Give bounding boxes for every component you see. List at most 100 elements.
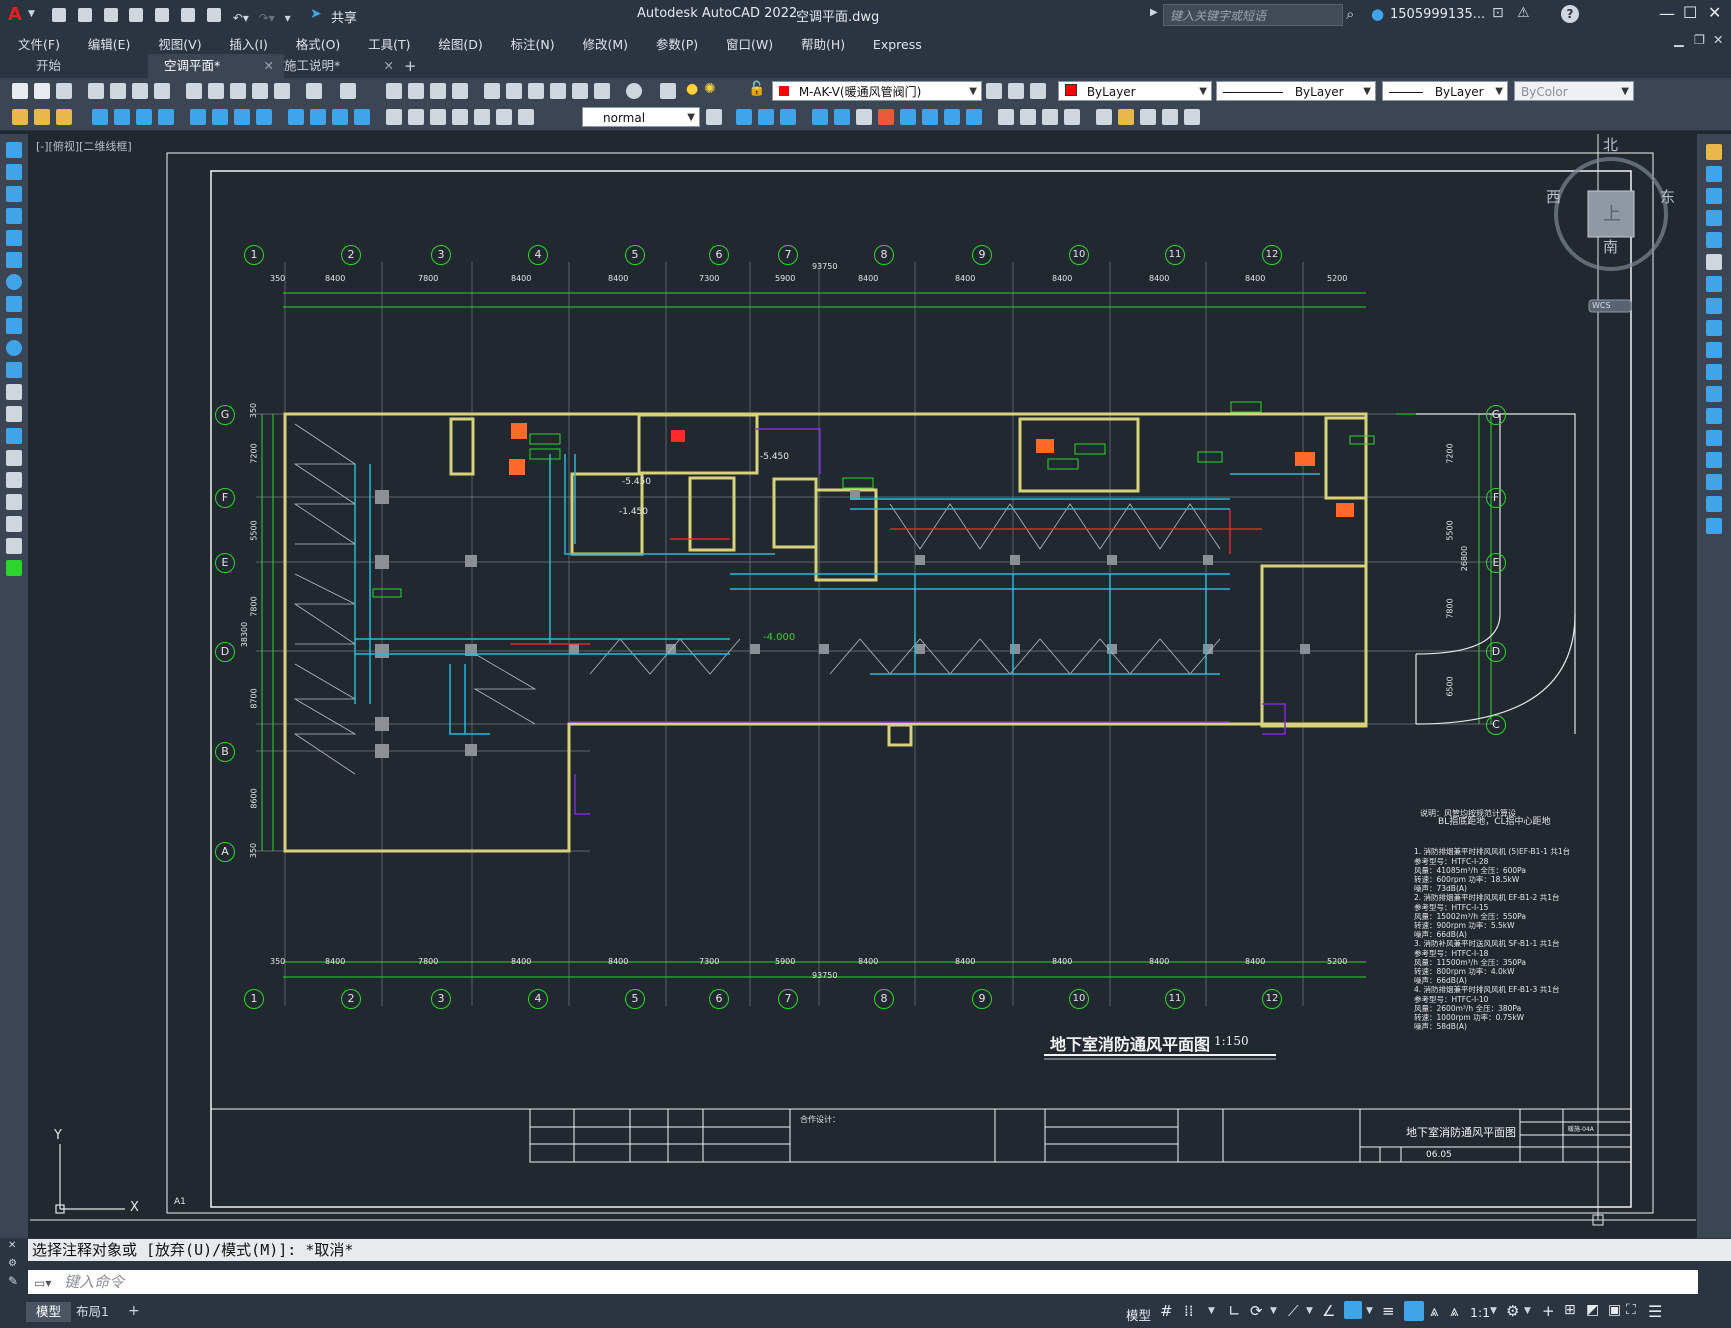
layer-on-icon[interactable]: ● bbox=[686, 81, 698, 97]
tab-drawing-active[interactable]: 空调平面* ✕ bbox=[148, 54, 284, 78]
command-settings-icon[interactable]: ⚙ bbox=[8, 1258, 17, 1269]
menu-insert[interactable]: 插入(I) bbox=[229, 37, 267, 52]
doc-minimize-icon[interactable]: ▁ bbox=[1674, 32, 1684, 47]
cut-icon[interactable] bbox=[186, 83, 202, 99]
ellipse-arc-icon[interactable] bbox=[6, 362, 22, 378]
viewcube-west[interactable]: 西 bbox=[1546, 186, 1561, 207]
arc-icon[interactable] bbox=[6, 252, 22, 268]
plot-icon[interactable] bbox=[88, 83, 104, 99]
annotation-visibility-icon[interactable]: ⩓ bbox=[1430, 1302, 1438, 1320]
pan-icon[interactable] bbox=[386, 83, 402, 99]
user-name[interactable]: 1505999135... bbox=[1390, 7, 1485, 22]
menu-modify[interactable]: 修改(M) bbox=[582, 37, 628, 52]
extend-icon[interactable] bbox=[966, 109, 982, 125]
save-web-icon[interactable] bbox=[181, 8, 196, 22]
dim-ordinate-icon[interactable] bbox=[158, 109, 174, 125]
quick-dim-icon[interactable] bbox=[288, 109, 304, 125]
copy-object-icon[interactable] bbox=[736, 109, 752, 125]
send-back-icon[interactable] bbox=[56, 109, 72, 125]
join-icon[interactable] bbox=[1706, 430, 1722, 446]
properties-icon[interactable] bbox=[484, 83, 500, 99]
blend-curves-icon[interactable] bbox=[1706, 496, 1722, 512]
viewcube-top-face[interactable]: 上 bbox=[1603, 200, 1621, 226]
add-selected-icon[interactable] bbox=[6, 560, 22, 576]
explode-icon[interactable] bbox=[1706, 518, 1722, 534]
save-icon[interactable] bbox=[56, 83, 72, 99]
color-dropdown[interactable]: ByLayer ▼ bbox=[1058, 81, 1212, 101]
layer-lock-icon[interactable]: 🔓 bbox=[748, 81, 765, 97]
bring-front-icon[interactable] bbox=[34, 109, 50, 125]
extend-icon[interactable] bbox=[1706, 364, 1722, 380]
menu-edit[interactable]: 编辑(E) bbox=[88, 37, 131, 52]
array-icon[interactable] bbox=[1706, 232, 1722, 248]
hatch-icon[interactable] bbox=[6, 450, 22, 466]
dim-radius-icon[interactable] bbox=[190, 109, 206, 125]
menu-format[interactable]: 格式(O) bbox=[296, 37, 341, 52]
layer-state-icon[interactable] bbox=[1030, 83, 1046, 99]
copy-obj2-icon[interactable] bbox=[758, 109, 774, 125]
layer-previous-icon[interactable] bbox=[1008, 83, 1024, 99]
revcloud-icon[interactable] bbox=[6, 296, 22, 312]
publish-icon[interactable] bbox=[132, 83, 148, 99]
spline-edit-icon[interactable] bbox=[1140, 109, 1156, 125]
tool-palettes-icon[interactable] bbox=[528, 83, 544, 99]
isodraft-icon[interactable]: ⟋ bbox=[1288, 1302, 1299, 1320]
workspace-dropdown-icon[interactable]: ▼ bbox=[1524, 1306, 1531, 1316]
customize-qat-icon[interactable]: ▾ bbox=[285, 11, 291, 25]
annotation-scale-value[interactable]: 1:1 bbox=[1470, 1305, 1490, 1320]
circle-icon[interactable] bbox=[6, 274, 22, 290]
break-icon[interactable] bbox=[998, 109, 1014, 125]
join-icon[interactable] bbox=[1020, 109, 1036, 125]
wcs-label[interactable]: WCS bbox=[1592, 301, 1611, 310]
dim-space-icon[interactable] bbox=[354, 109, 370, 125]
dim-jogged-icon[interactable] bbox=[212, 109, 228, 125]
text-edit-icon[interactable] bbox=[1184, 109, 1200, 125]
osnap-mode-dropdown-icon[interactable]: ▼ bbox=[1366, 1306, 1373, 1316]
stretch-icon[interactable] bbox=[922, 109, 938, 125]
ellipse-icon[interactable] bbox=[6, 340, 22, 356]
viewcube-south[interactable]: 南 bbox=[1603, 236, 1618, 257]
tab-layout1[interactable]: 布局1 bbox=[66, 1302, 119, 1322]
copy-icon[interactable] bbox=[208, 83, 224, 99]
scale-icon[interactable] bbox=[1706, 298, 1722, 314]
grid-icon[interactable]: # bbox=[1160, 1302, 1173, 1320]
command-wrench-icon[interactable]: ✎ bbox=[8, 1274, 18, 1288]
viewcube-east[interactable]: 东 bbox=[1660, 186, 1675, 207]
polygon-icon[interactable] bbox=[6, 208, 22, 224]
insert-block-icon[interactable] bbox=[6, 384, 22, 400]
cart-icon[interactable]: ⊡ bbox=[1492, 5, 1504, 21]
tab-model[interactable]: 模型 bbox=[26, 1302, 72, 1322]
erase-icon[interactable] bbox=[1706, 144, 1722, 160]
rotate-icon[interactable] bbox=[1706, 276, 1722, 292]
fillet-icon[interactable] bbox=[1064, 109, 1080, 125]
hardware-accel-icon[interactable]: ▣ bbox=[1608, 1302, 1621, 1318]
layer-dropdown[interactable]: M-AK-V(暖通风管阀门) ▼ bbox=[772, 81, 982, 101]
layer-properties-icon[interactable] bbox=[660, 83, 676, 99]
command-close-icon[interactable]: ✕ bbox=[8, 1240, 16, 1251]
tab-close-icon[interactable]: ✕ bbox=[384, 54, 394, 78]
design-center-icon[interactable] bbox=[506, 83, 522, 99]
rectangle-icon[interactable] bbox=[6, 230, 22, 246]
undo-icon[interactable] bbox=[306, 83, 322, 99]
autodesk-app-icon[interactable]: ⚠ bbox=[1517, 5, 1530, 21]
search-input[interactable]: 键入关键字或短语 bbox=[1163, 4, 1343, 26]
help-icon[interactable]: ? bbox=[1561, 5, 1579, 23]
polar-dropdown-icon[interactable]: ▼ bbox=[1270, 1306, 1277, 1316]
save-icon[interactable] bbox=[103, 8, 118, 22]
chamfer-icon[interactable] bbox=[1042, 109, 1058, 125]
dim-continue-icon[interactable] bbox=[332, 109, 348, 125]
sheet-set-icon[interactable] bbox=[550, 83, 566, 99]
match-properties-icon[interactable] bbox=[252, 83, 268, 99]
hatch-edit-icon[interactable] bbox=[1162, 109, 1178, 125]
autocad-logo[interactable]: A bbox=[8, 4, 22, 25]
dim-arc-icon[interactable] bbox=[136, 109, 152, 125]
menu-view[interactable]: 视图(V) bbox=[158, 37, 201, 52]
workspace-gear-icon[interactable]: ⚙ bbox=[1506, 1302, 1519, 1320]
region-icon[interactable] bbox=[6, 494, 22, 510]
otrack-icon[interactable]: ∠ bbox=[1322, 1302, 1335, 1320]
make-block-icon[interactable] bbox=[6, 406, 22, 422]
menu-tools[interactable]: 工具(T) bbox=[368, 37, 410, 52]
snap-icon[interactable]: ⁞⁞ bbox=[1184, 1302, 1194, 1320]
scale-icon[interactable] bbox=[900, 109, 916, 125]
expand-icon[interactable]: ▶ bbox=[1150, 7, 1158, 18]
